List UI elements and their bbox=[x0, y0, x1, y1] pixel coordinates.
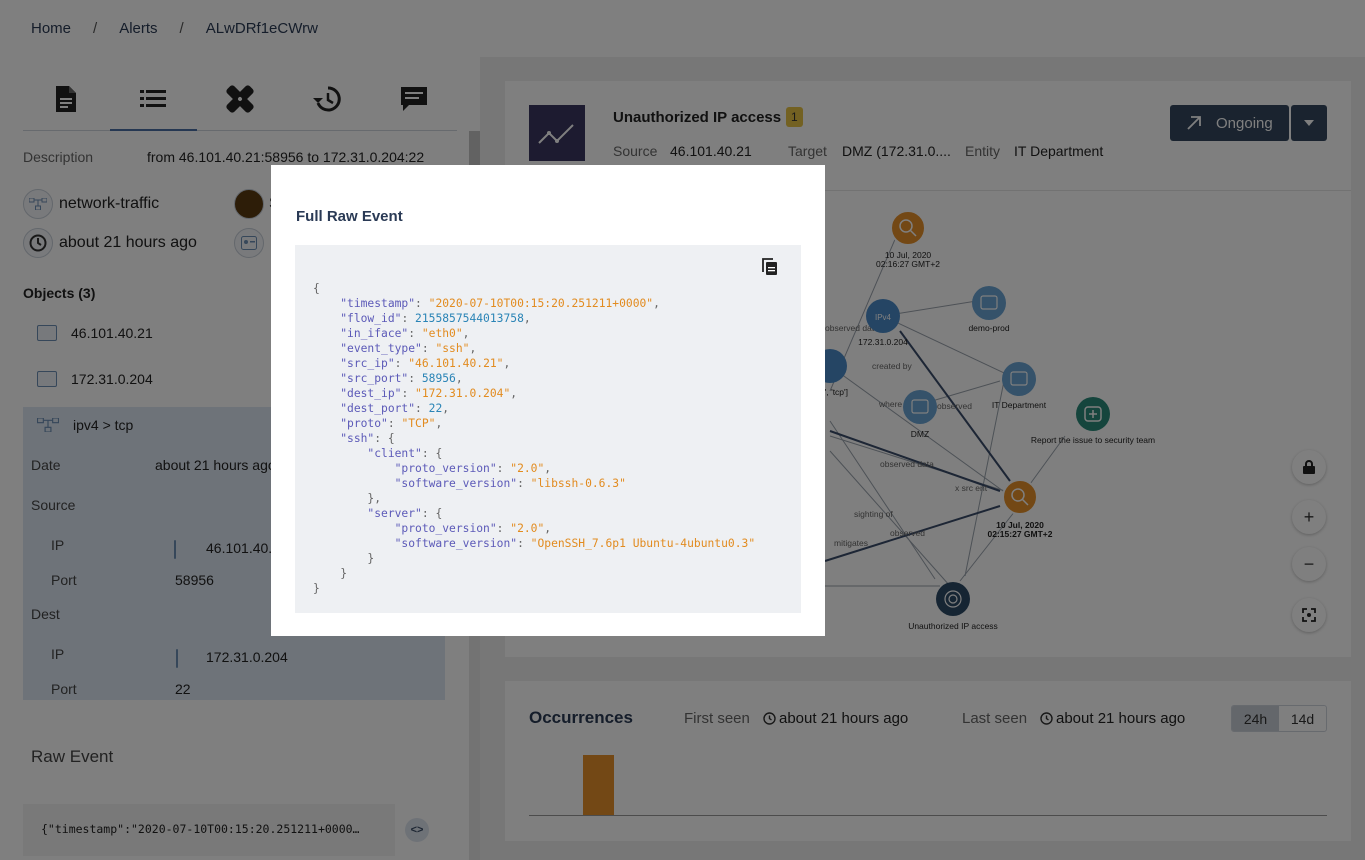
raw-event-json: { "timestamp": "2020-07-10T00:15:20.2512… bbox=[313, 282, 756, 595]
raw-event-code-block: { "timestamp": "2020-07-10T00:15:20.2512… bbox=[295, 245, 801, 613]
copy-icon[interactable] bbox=[762, 258, 778, 276]
modal-title: Full Raw Event bbox=[296, 208, 403, 225]
